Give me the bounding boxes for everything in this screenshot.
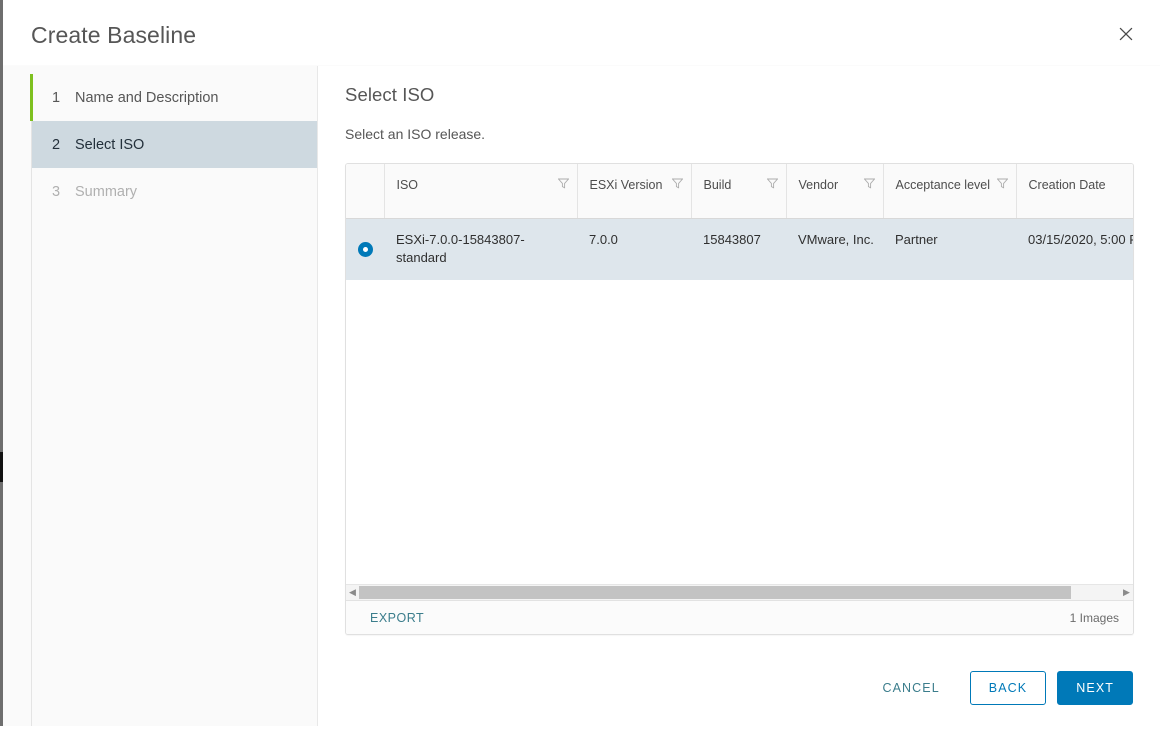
wizard-step-label: Name and Description [75, 89, 219, 106]
cell-iso: ESXi-7.0.0-15843807-standard [384, 218, 577, 281]
wizard-step-label: Summary [75, 183, 138, 200]
scrollbar-thumb[interactable] [359, 585, 1071, 599]
filter-icon[interactable] [766, 178, 778, 189]
column-header-vendor[interactable]: Vendor [786, 164, 884, 219]
iso-datagrid: ISO ESXi Version Build Vendor Acceptance… [345, 163, 1134, 635]
table-row[interactable]: ESXi-7.0.0-15843807-standard 7.0.0 15843… [346, 218, 1133, 281]
wizard-step-nav: 1 Name and Description 2 Select ISO 3 Su… [3, 66, 318, 726]
create-baseline-dialog: Create Baseline 1 Name and Description 2… [3, 0, 1160, 726]
cell-vendor: VMware, Inc. [786, 218, 883, 281]
dialog-footer-actions: CANCEL BACK NEXT [863, 671, 1133, 705]
wizard-step-label: Select ISO [75, 136, 145, 153]
back-button[interactable]: BACK [969, 671, 1047, 705]
table-header-row: ISO ESXi Version Build Vendor Acceptance… [346, 164, 1133, 219]
column-label: Vendor [798, 178, 839, 192]
page-subtitle: Select an ISO release. [345, 126, 486, 142]
wizard-step-summary: 3 Summary [32, 168, 317, 215]
wizard-step-number: 3 [52, 183, 61, 200]
column-header-build[interactable]: Build [691, 164, 787, 219]
iso-table: ISO ESXi Version Build Vendor Acceptance… [346, 164, 1133, 281]
filter-icon[interactable] [996, 178, 1008, 189]
column-header-iso[interactable]: ISO [384, 164, 578, 219]
column-label: ESXi Version [589, 178, 663, 192]
wizard-step-select-iso[interactable]: 2 Select ISO [32, 121, 317, 168]
column-header-select [346, 164, 385, 219]
wizard-step-number: 1 [52, 89, 61, 106]
next-button[interactable]: NEXT [1057, 671, 1133, 705]
cancel-button[interactable]: CANCEL [863, 671, 958, 705]
column-label: Acceptance level [895, 178, 991, 192]
cell-esxi-version: 7.0.0 [577, 218, 691, 281]
export-button[interactable]: EXPORT [370, 611, 424, 625]
wizard-step-number: 2 [52, 136, 61, 153]
datagrid-footer: EXPORT 1 Images [346, 600, 1133, 634]
row-count-label: 1 Images [1069, 610, 1119, 625]
datagrid-viewport: ISO ESXi Version Build Vendor Acceptance… [346, 164, 1133, 584]
scroll-right-arrow-icon[interactable]: ▶ [1120, 585, 1133, 601]
datagrid-horizontal-scrollbar[interactable]: ◀ ▶ [346, 584, 1133, 600]
column-header-creation-date[interactable]: Creation Date [1016, 164, 1133, 219]
cell-acceptance-level: Partner [883, 218, 1016, 281]
column-header-acceptance-level[interactable]: Acceptance level [883, 164, 1017, 219]
scroll-left-arrow-icon[interactable]: ◀ [346, 585, 359, 601]
row-select-cell[interactable] [346, 218, 384, 281]
dialog-title: Create Baseline [31, 22, 197, 48]
column-label: Creation Date [1028, 178, 1106, 192]
cell-creation-date: 03/15/2020, 5:00 PM [1016, 218, 1133, 281]
filter-icon[interactable] [863, 178, 875, 189]
step-content-select-iso: Select ISO Select an ISO release. ISO ES… [318, 66, 1160, 726]
cell-build: 15843807 [691, 218, 786, 281]
dialog-header: Create Baseline [3, 0, 1160, 65]
column-label: ISO [396, 178, 419, 192]
column-label: Build [703, 178, 732, 192]
filter-icon[interactable] [671, 178, 683, 189]
wizard-step-name-and-description[interactable]: 1 Name and Description [32, 74, 317, 121]
column-header-esxi-version[interactable]: ESXi Version [577, 164, 692, 219]
page-title: Select ISO [345, 84, 435, 105]
scrollbar-track[interactable] [359, 585, 1120, 601]
radio-button-selected[interactable] [357, 241, 373, 257]
dialog-body: 1 Name and Description 2 Select ISO 3 Su… [3, 65, 1160, 726]
close-icon[interactable] [1114, 22, 1138, 46]
filter-icon[interactable] [557, 178, 569, 189]
